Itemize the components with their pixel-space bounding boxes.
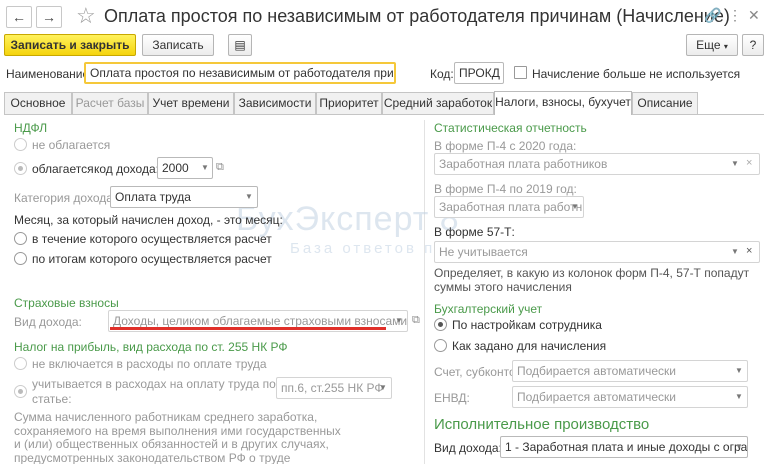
open-icon[interactable]: ⧉ [412, 314, 420, 327]
tab-description[interactable]: Описание [632, 92, 698, 114]
arrow-left-icon: ← [12, 9, 26, 25]
tab-average-earnings[interactable]: Средний заработок [382, 92, 494, 114]
tab-dependencies[interactable]: Зависимости [234, 92, 316, 114]
ndfl-taxed-label: облагается [32, 162, 94, 176]
enforcement-income-type-label: Вид дохода: [434, 441, 502, 455]
ndfl-not-taxed-label: не облагается [32, 138, 111, 152]
menu-dots-icon[interactable]: ⋮ [728, 6, 742, 24]
category-label: Категория дохода: [14, 191, 117, 205]
article-input[interactable]: пп.6, ст.255 НК РФ [276, 377, 392, 399]
save-button[interactable]: Записать [142, 34, 214, 56]
by-employee-radio[interactable] [434, 318, 447, 331]
help-button[interactable]: ? [742, 34, 764, 56]
report-icon[interactable]: ▤ [228, 34, 252, 56]
profit-included-label-2: статье: [32, 392, 72, 406]
tab-base-calc[interactable]: Расчет базы [72, 92, 148, 114]
income-code-label: код дохода: [94, 162, 159, 176]
by-employee-label: По настройкам сотрудника [452, 318, 602, 332]
account-input[interactable]: Подбирается автоматически [512, 360, 748, 382]
month-after-radio[interactable] [14, 252, 27, 265]
code-label: Код: [430, 67, 454, 81]
tab-taxes[interactable]: Налоги, взносы, бухучет [494, 91, 632, 115]
profit-tax-header: Налог на прибыль, вид расхода по ст. 255… [14, 340, 288, 354]
unused-label: Начисление больше не используется [532, 67, 741, 81]
chevron-down-icon[interactable]: ▼ [392, 310, 406, 332]
p4-2020-label: В форме П-4 с 2020 года: [434, 139, 577, 153]
p4-2020-input[interactable]: Заработная плата работников [434, 153, 760, 175]
tab-main[interactable]: Основное [4, 92, 72, 114]
unused-checkbox[interactable] [514, 66, 527, 79]
clear-icon[interactable]: × [746, 245, 752, 257]
p4-2019-label: В форме П-4 по 2019 год: [434, 182, 577, 196]
clear-icon[interactable]: × [746, 157, 752, 169]
tab-time-accounting[interactable]: Учет времени [148, 92, 234, 114]
month-question-label: Месяц, за который начислен доход, - это … [14, 213, 283, 227]
enforcement-income-type-input[interactable]: 1 - Заработная плата и иные доходы с огр… [500, 436, 748, 458]
chevron-down-icon[interactable]: ▼ [242, 186, 256, 208]
profit-tax-note: Сумма начисленного работникам среднего з… [14, 410, 341, 464]
chevron-down-icon[interactable]: ▼ [728, 153, 742, 175]
ndfl-taxed-radio[interactable] [14, 162, 27, 175]
code-input[interactable]: ПРОКД [454, 62, 504, 84]
name-input[interactable]: Оплата простоя по независимым от работод… [84, 62, 396, 84]
stats-note: Определяет, в какую из колонок форм П-4,… [434, 266, 750, 294]
chevron-down-icon[interactable]: ▼ [728, 241, 742, 263]
as-set-radio[interactable] [434, 339, 447, 352]
stats-header: Статистическая отчетность [434, 121, 587, 135]
chevron-down-icon[interactable]: ▼ [732, 360, 746, 382]
chevron-down-icon[interactable]: ▼ [568, 196, 582, 218]
chevron-down-icon[interactable]: ▼ [198, 157, 212, 179]
chevron-down-icon[interactable]: ▼ [376, 377, 390, 399]
profit-not-included-label: не включается в расходы по оплате труда [32, 357, 267, 371]
tab-priority[interactable]: Приоритет [316, 92, 382, 114]
chevron-down-icon[interactable]: ▼ [732, 386, 746, 408]
enforcement-header: Исполнительное производство [434, 416, 650, 433]
chevron-down-icon[interactable]: ▼ [732, 436, 746, 458]
close-icon[interactable]: ✕ [748, 6, 760, 24]
favorite-star-icon[interactable]: ☆ [76, 4, 96, 28]
highlight-underline [110, 327, 386, 330]
category-input[interactable]: Оплата труда [110, 186, 258, 208]
insurance-header: Страховые взносы [14, 296, 119, 310]
ndfl-not-taxed-radio[interactable] [14, 138, 27, 151]
back-button[interactable]: ← [6, 6, 32, 28]
save-and-close-button[interactable]: Записать и закрыть [4, 34, 136, 56]
column-separator [424, 120, 425, 464]
month-during-label: в течение которого осуществляется расчет [32, 232, 272, 246]
accounting-header: Бухгалтерский учет [434, 302, 543, 316]
as-set-label: Как задано для начисления [452, 339, 607, 353]
account-label: Счет, субконто: [434, 365, 519, 379]
more-button[interactable]: Еще ▾ [686, 34, 738, 56]
open-icon[interactable]: ⧉ [216, 161, 224, 174]
profit-included-radio[interactable] [14, 385, 27, 398]
window-title: Оплата простоя по независимым от работод… [104, 6, 730, 26]
envd-label: ЕНВД: [434, 391, 470, 405]
month-during-radio[interactable] [14, 232, 27, 245]
chevron-down-icon: ▾ [723, 42, 728, 51]
more-label: Еще [696, 38, 721, 52]
forward-button[interactable]: → [36, 6, 62, 28]
arrow-right-icon: → [42, 9, 56, 25]
f57-label: В форме 57-Т: [434, 225, 515, 239]
month-after-label: по итогам которого осуществляется расчет [32, 252, 272, 266]
help-icon: ? [749, 38, 757, 52]
profit-included-label-1: учитывается в расходах на оплату труда п… [32, 377, 276, 391]
link-icon[interactable]: 🔗 [704, 6, 721, 24]
profit-not-included-radio[interactable] [14, 357, 27, 370]
p4-2019-input[interactable]: Заработная плата работников [434, 196, 584, 218]
ndfl-header: НДФЛ [14, 121, 48, 135]
tab-baseline [4, 114, 764, 115]
f57-input[interactable]: Не учитывается [434, 241, 760, 263]
envd-input[interactable]: Подбирается автоматически [512, 386, 748, 408]
insurance-income-type-label: Вид дохода: [14, 315, 82, 329]
name-label: Наименование: [6, 67, 93, 81]
